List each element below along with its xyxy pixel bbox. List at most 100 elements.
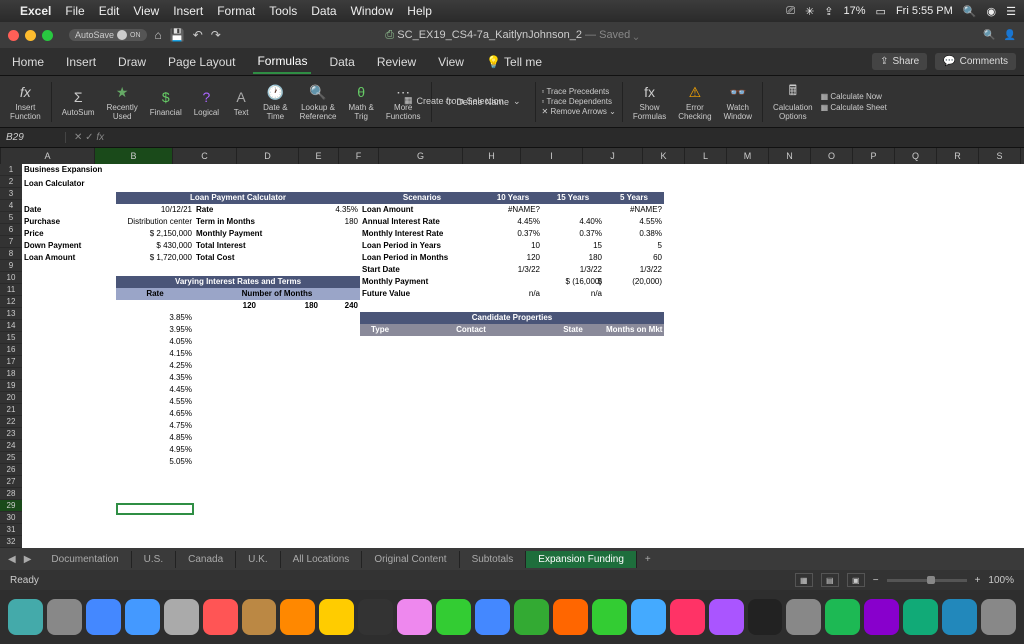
cell[interactable]: n/a [484,288,542,300]
col-header-M[interactable]: M [727,148,769,164]
insert-function-button[interactable]: fxInsert Function [6,82,45,121]
row-header[interactable]: 30 [0,512,22,524]
cell[interactable]: Number of Months [194,288,360,300]
cell[interactable]: 4.15% [116,348,194,360]
row-header[interactable]: 21 [0,404,22,416]
cell[interactable]: 1/3/22 [542,264,604,276]
cell[interactable]: 1/3/22 [604,264,664,276]
row-header[interactable]: 24 [0,440,22,452]
cell[interactable]: Candidate Properties [360,312,664,324]
cell[interactable]: $ [542,276,604,288]
share-button[interactable]: ⇪ Share [872,53,927,70]
math-button[interactable]: θMath & Trig [344,82,377,121]
sheet-tab[interactable]: U.S. [132,551,176,568]
cell[interactable]: Monthly Payment [360,276,484,288]
dock-numbers-icon[interactable] [592,599,627,635]
dock-photos-icon[interactable] [397,599,432,635]
cell[interactable]: 5.05% [116,456,194,468]
cell[interactable]: Months on Mkt [604,324,664,336]
remove-arrows-button[interactable]: ✕ Remove Arrows ⌄ [542,107,616,116]
row-header[interactable]: 10 [0,272,22,284]
cell[interactable]: $ 2,150,000 [116,228,194,240]
row-header[interactable]: 13 [0,308,22,320]
dock-appstore-icon[interactable] [631,599,666,635]
dock-excel-alt-icon[interactable] [514,599,549,635]
sheet-tab[interactable]: Original Content [362,551,459,568]
tab-pagelayout[interactable]: Page Layout [164,51,239,73]
cell[interactable]: 0.38% [604,228,664,240]
row-header[interactable]: 12 [0,296,22,308]
cell[interactable]: 5 Years [604,192,664,204]
row-header[interactable]: 27 [0,476,22,488]
row-header[interactable]: 19 [0,380,22,392]
cell[interactable]: 180 [542,252,604,264]
row-header[interactable]: 6 [0,224,22,236]
col-header-E[interactable]: E [299,148,339,164]
cell[interactable]: Business Expansion [22,164,360,176]
cell[interactable]: Scenarios [360,192,484,204]
col-header-F[interactable]: F [339,148,379,164]
cell[interactable]: 4.25% [116,360,194,372]
datetime-button[interactable]: 🕐Date & Time [259,82,291,121]
dock-onenote-icon[interactable] [864,599,899,635]
dock-calendar-icon[interactable] [203,599,238,635]
row-header[interactable]: 11 [0,284,22,296]
menu-view[interactable]: View [133,4,159,18]
wifi-icon[interactable]: ⇪ [824,5,833,18]
financial-button[interactable]: $Financial [146,87,186,117]
comments-button[interactable]: 💬 Comments [935,53,1016,70]
row-header[interactable]: 29 [0,500,22,512]
row-header[interactable]: 26 [0,464,22,476]
dock-launchpad-icon[interactable] [47,599,82,635]
row-header[interactable]: 1 [0,164,22,176]
text-button[interactable]: AText [227,87,255,117]
watch-window-button[interactable]: 👓Watch Window [720,82,756,121]
dock-reminders-icon[interactable] [280,599,315,635]
add-sheet-button[interactable]: + [637,551,659,568]
tab-data[interactable]: Data [325,51,358,73]
bluetooth-icon[interactable]: ✳︎ [805,5,814,18]
tell-me[interactable]: 💡 Tell me [482,51,546,73]
cell[interactable]: 10 [484,240,542,252]
zoom-level[interactable]: 100% [988,575,1014,586]
cell[interactable]: 120 [194,300,258,312]
cell[interactable]: 4.55% [604,216,664,228]
cell[interactable]: Purchase [22,216,116,228]
cell[interactable]: Loan Amount [360,204,484,216]
recently-used-button[interactable]: ★Recently Used [103,82,142,121]
autosave-toggle[interactable]: AutoSaveON [69,29,147,41]
cell[interactable]: Monthly Payment [194,228,320,240]
row-header[interactable]: 14 [0,320,22,332]
row-header[interactable]: 28 [0,488,22,500]
control-center-icon[interactable]: ☰ [1006,5,1016,18]
dock-tv-icon[interactable] [748,599,783,635]
spotlight-icon[interactable]: 🔍 [963,5,977,18]
create-from-selection-button[interactable]: ▦Create from Selection [396,95,512,106]
row-header[interactable]: 16 [0,344,22,356]
menu-window[interactable]: Window [351,4,394,18]
cell[interactable]: Down Payment [22,240,116,252]
row-header[interactable]: 5 [0,212,22,224]
normal-view-button[interactable]: ▦ [795,573,813,587]
row-header[interactable]: 8 [0,248,22,260]
col-header-O[interactable]: O [811,148,853,164]
confirm-icon[interactable]: ✓ [85,132,93,143]
row-header[interactable]: 9 [0,260,22,272]
menu-format[interactable]: Format [217,4,255,18]
dock-notes-icon[interactable] [319,599,354,635]
row-header[interactable]: 4 [0,200,22,212]
menu-data[interactable]: Data [311,4,336,18]
row-header[interactable]: 25 [0,452,22,464]
home-icon[interactable]: ⌂ [155,28,162,42]
menu-file[interactable]: File [65,4,84,18]
row-header[interactable]: 17 [0,356,22,368]
row-header[interactable]: 18 [0,368,22,380]
cell[interactable]: Total Interest [194,240,320,252]
row-header[interactable]: 32 [0,536,22,548]
app-menu[interactable]: Excel [20,4,51,18]
row-header[interactable]: 23 [0,428,22,440]
spreadsheet-grid[interactable]: Business ExpansionLoan CalculatorLoan Pa… [22,164,1024,548]
col-header-B[interactable]: B [95,148,173,164]
dock-trash-icon[interactable] [981,599,1016,635]
cell[interactable]: 10 Years [484,192,542,204]
